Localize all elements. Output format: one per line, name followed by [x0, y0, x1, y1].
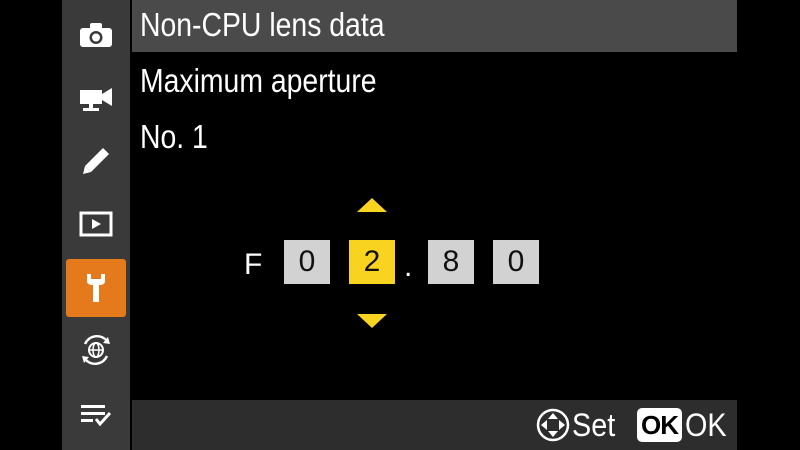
network-icon: [82, 334, 110, 366]
lens-number: No. 1: [140, 118, 208, 155]
pencil-icon: [83, 148, 109, 174]
aperture-digit-2-selected[interactable]: 2: [349, 240, 395, 284]
sidebar-item-custom-settings[interactable]: [62, 133, 130, 189]
sidebar: [62, 0, 130, 450]
aperture-digit-3[interactable]: 8: [428, 240, 474, 284]
playback-icon: [79, 211, 113, 237]
set-hint[interactable]: Set: [536, 404, 620, 446]
ok-label: OK: [685, 406, 727, 443]
my-menu-icon: [81, 405, 112, 426]
sidebar-item-setup[interactable]: [66, 259, 126, 317]
increment-arrow-icon[interactable]: [357, 198, 387, 212]
multi-selector-icon: [536, 408, 570, 442]
sidebar-item-photo-shooting[interactable]: [62, 7, 130, 63]
wrench-icon: [87, 274, 105, 302]
footer-hints: Set OK OK: [132, 400, 737, 450]
setting-label: Maximum aperture: [140, 62, 377, 99]
decimal-separator: .: [404, 250, 413, 283]
aperture-digit-4[interactable]: 0: [493, 240, 539, 284]
camera-icon: [80, 23, 112, 47]
sidebar-item-my-menu[interactable]: [62, 387, 130, 443]
aperture-digit-1[interactable]: 0: [284, 240, 330, 284]
f-number-prefix: F: [244, 248, 263, 281]
decrement-arrow-icon[interactable]: [357, 314, 387, 328]
set-label: Set: [572, 406, 616, 443]
sidebar-item-network[interactable]: [62, 322, 130, 378]
page-title: Non-CPU lens data: [140, 6, 385, 43]
movie-camera-icon: [80, 88, 112, 111]
title-bar: Non-CPU lens data: [132, 0, 737, 52]
ok-hint[interactable]: OK OK: [637, 404, 731, 446]
sidebar-item-movie-shooting[interactable]: [62, 70, 130, 126]
sidebar-item-playback[interactable]: [62, 196, 130, 252]
ok-button-icon: OK: [637, 408, 682, 442]
